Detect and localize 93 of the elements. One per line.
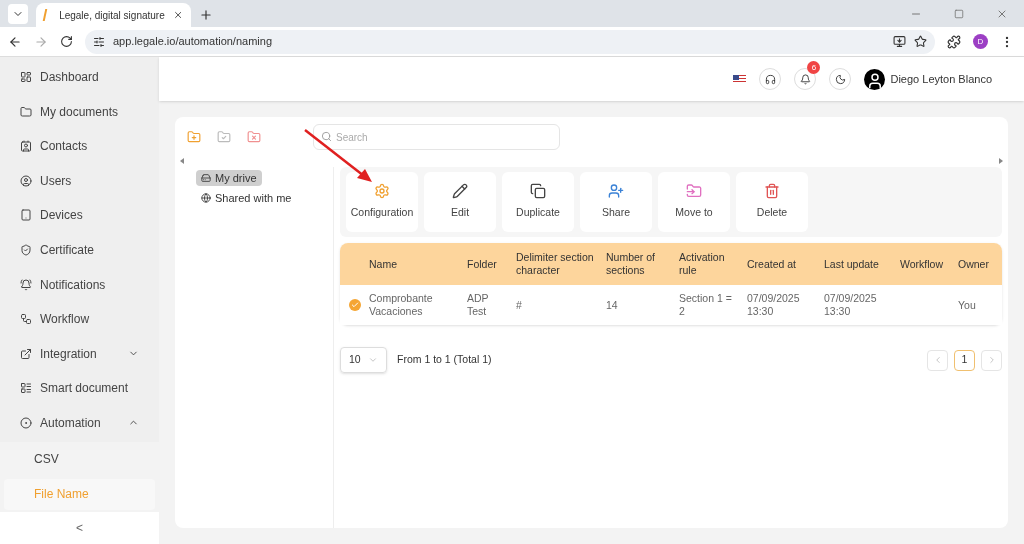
table-cell-text: Comprobante Vacaciones <box>369 292 434 318</box>
sidebar-item[interactable]: My documents <box>0 95 159 128</box>
bell-icon <box>800 73 811 85</box>
browser-tab[interactable]: Legale, digital signature <box>36 3 191 27</box>
user-circle-icon <box>20 174 32 187</box>
column-header: Folder <box>467 257 498 271</box>
scroll-left-icon[interactable] <box>180 158 184 164</box>
url-text: app.legale.io/automation/naming <box>113 34 272 50</box>
folder-icon <box>20 105 32 118</box>
bookmark-star-icon[interactable] <box>914 35 927 48</box>
us-flag-icon[interactable] <box>733 74 747 84</box>
search-icon <box>321 130 332 142</box>
sidebar-item[interactable]: Notifications <box>0 268 159 301</box>
extensions-icon[interactable] <box>947 34 961 49</box>
external-link-icon <box>20 347 32 360</box>
page-size-select[interactable]: 10 <box>340 347 387 373</box>
table-cell-text: 14 <box>606 298 619 312</box>
user-plus-icon <box>608 183 624 200</box>
folder-check-icon[interactable] <box>217 130 231 144</box>
column-header: Name <box>369 257 398 271</box>
column-header: Owner <box>958 257 990 271</box>
folder-arrow-icon <box>686 183 702 200</box>
close-icon[interactable] <box>172 9 183 21</box>
close-window-icon[interactable] <box>996 8 1008 20</box>
column-header: Created at <box>747 257 798 271</box>
sidebar-item[interactable]: Integration <box>0 337 159 370</box>
restore-icon[interactable] <box>954 9 964 19</box>
forward-icon[interactable] <box>34 34 48 49</box>
search-field[interactable]: Search <box>313 124 560 151</box>
table-cell-text: You <box>958 298 977 312</box>
sidebar-item[interactable]: Devices <box>0 199 159 232</box>
table-cell-text: 07/09/2025 13:30 <box>824 292 878 318</box>
back-icon[interactable] <box>8 34 22 49</box>
table-cell-text: # <box>516 298 523 312</box>
sidebar-item[interactable]: Automation <box>0 406 159 439</box>
globe-icon <box>201 193 211 203</box>
moon-icon <box>835 73 846 85</box>
new-tab-icon[interactable] <box>199 8 213 22</box>
row-checkbox[interactable] <box>348 299 361 311</box>
scroll-right-icon[interactable] <box>999 158 1003 164</box>
trash-icon <box>764 183 780 200</box>
dashboard-icon <box>20 71 32 83</box>
sidebar-item[interactable]: Workflow <box>0 303 159 336</box>
page-button[interactable]: 1 <box>954 349 975 371</box>
sidebar-item[interactable]: Dashboard <box>0 61 159 93</box>
collapse-sidebar-button[interactable]: < <box>0 512 159 544</box>
column-header: Delimiter section character <box>516 251 595 277</box>
column-header: Activation rule <box>679 251 726 277</box>
copy-icon <box>530 183 546 200</box>
tree-item[interactable]: My drive <box>196 170 262 186</box>
table-cell-text: 07/09/2025 13:30 <box>747 292 801 318</box>
action-button[interactable]: Share <box>580 172 652 232</box>
action-button[interactable]: Configuration <box>346 172 418 232</box>
install-icon[interactable] <box>893 35 906 48</box>
action-button[interactable]: Delete <box>736 172 808 232</box>
tree-item[interactable]: Shared with me <box>196 190 297 206</box>
site-settings-icon[interactable] <box>93 35 105 48</box>
address-bar[interactable]: app.legale.io/automation/naming <box>85 29 935 54</box>
headset-icon <box>765 73 776 85</box>
chevron-down-icon <box>368 355 378 365</box>
tablet-icon <box>20 209 32 222</box>
sidebar-item[interactable]: Certificate <box>0 233 159 266</box>
check-icon <box>350 301 359 309</box>
drive-icon <box>201 173 211 183</box>
shield-check-icon <box>20 243 32 256</box>
column-header: Workflow <box>900 257 944 271</box>
profile-avatar[interactable]: D <box>973 34 988 49</box>
tab-title: Legale, digital signature <box>59 8 165 23</box>
user-name[interactable]: Diego Leyton Blanco <box>890 70 992 88</box>
pagination-summary: From 1 to 1 (Total 1) <box>397 352 493 368</box>
column-header: Number of sections <box>606 251 657 277</box>
column-header: Last update <box>824 257 880 271</box>
notification-badge: 6 <box>807 61 821 74</box>
folder-x-icon[interactable] <box>247 130 261 144</box>
sidebar-subitem[interactable]: CSV <box>4 443 155 475</box>
table-cell-text: ADP Test <box>467 292 490 318</box>
annotation-arrow <box>304 129 372 182</box>
sidebar-item[interactable]: Users <box>0 164 159 197</box>
list-layout-icon <box>20 382 32 395</box>
table-cell-text: Section 1 = 2 <box>679 292 733 318</box>
workflow-icon <box>20 313 32 326</box>
bell-icon <box>20 278 32 291</box>
sidebar-item[interactable]: Smart document <box>0 372 159 405</box>
action-button[interactable]: Duplicate <box>502 172 574 232</box>
tab-list-button[interactable] <box>8 4 28 24</box>
action-button[interactable]: Move to <box>658 172 730 232</box>
contact-card-icon <box>20 140 32 153</box>
user-avatar[interactable] <box>864 68 886 90</box>
pencil-icon <box>452 183 468 200</box>
folder-plus-icon[interactable] <box>187 130 201 144</box>
reload-icon[interactable] <box>60 35 73 48</box>
sidebar-item[interactable]: Contacts <box>0 130 159 163</box>
action-button[interactable]: Edit <box>424 172 496 232</box>
